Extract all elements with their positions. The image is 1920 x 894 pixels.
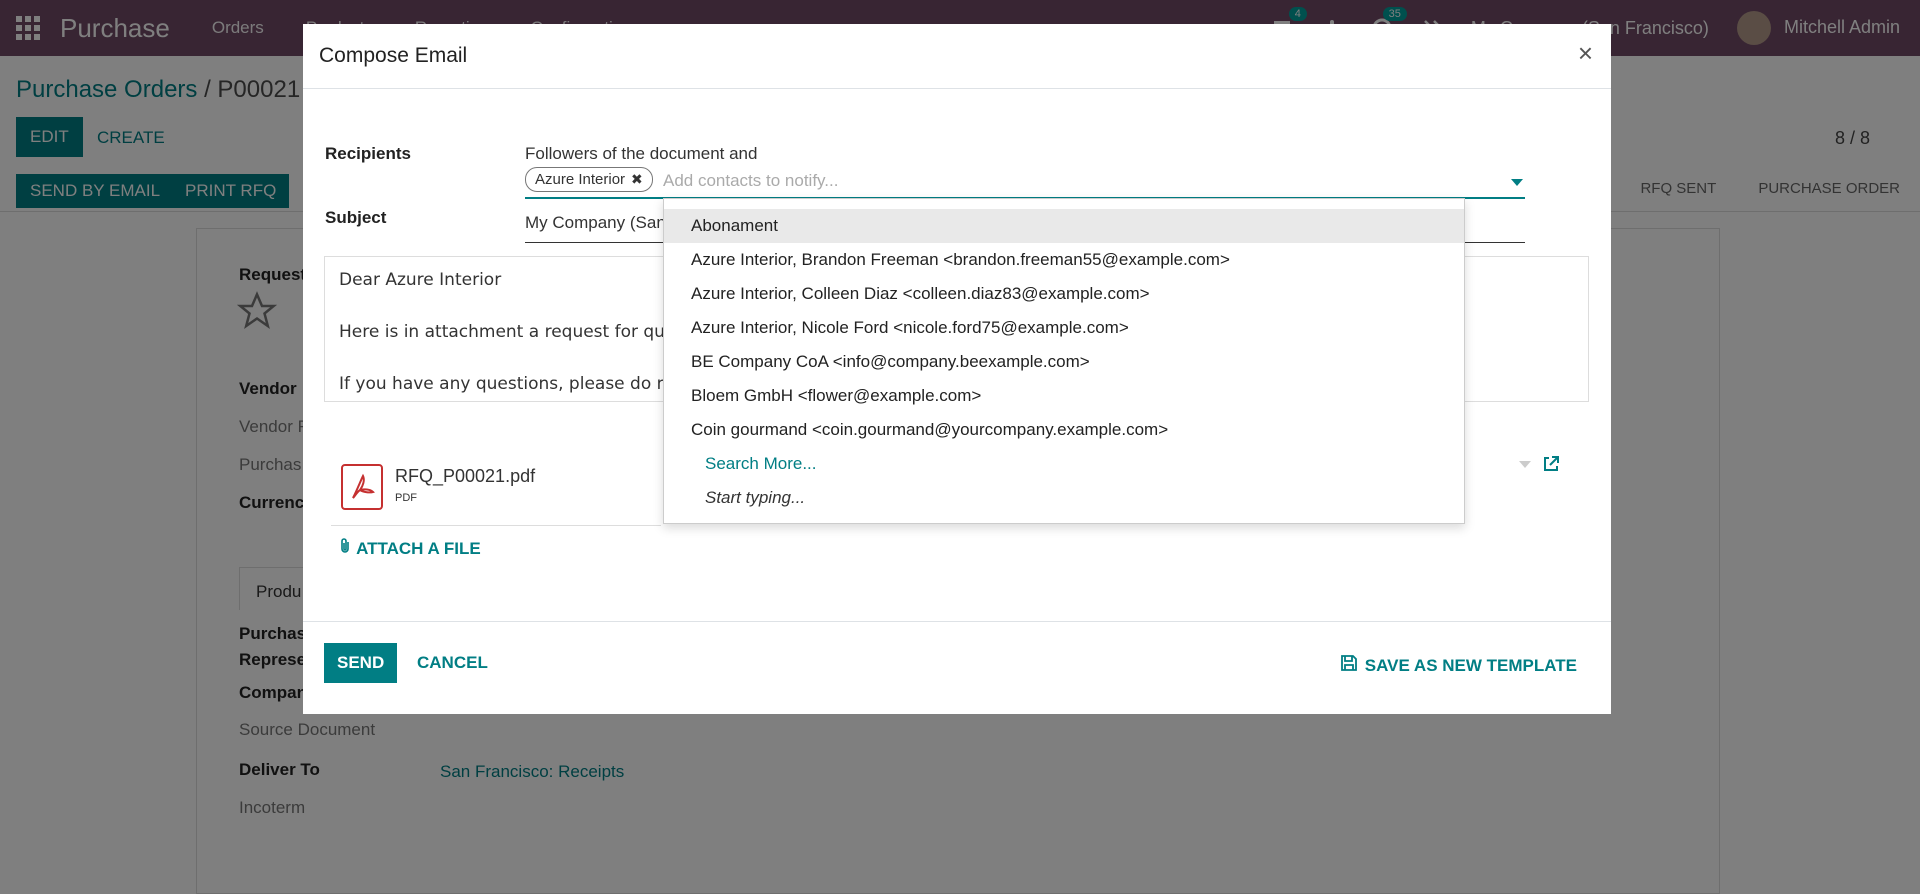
- dropdown-option[interactable]: BE Company CoA <info@company.beexample.c…: [664, 345, 1464, 379]
- attachment-item[interactable]: RFQ_P00021.pdf PDF: [331, 454, 661, 526]
- start-typing-hint: Start typing...: [705, 488, 806, 507]
- attachment-extension: PDF: [395, 492, 417, 504]
- recipient-tag-label: Azure Interior: [535, 171, 626, 188]
- dropdown-option[interactable]: Azure Interior, Nicole Ford <nicole.ford…: [664, 311, 1464, 345]
- dropdown-caret-icon[interactable]: [1511, 179, 1523, 186]
- subject-value: My Company (San: [525, 213, 666, 232]
- save-as-new-template-button[interactable]: SAVE AS NEW TEMPLATE: [1339, 653, 1577, 678]
- dialog-title: Compose Email: [319, 44, 468, 67]
- floppy-disk-icon: [1339, 653, 1359, 678]
- send-button[interactable]: SEND: [324, 643, 398, 683]
- paperclip-icon: [338, 538, 356, 558]
- dialog-header: Compose Email ×: [303, 24, 1611, 89]
- contacts-autocomplete-dropdown: Abonament Azure Interior, Brandon Freema…: [663, 198, 1465, 524]
- attachment-name: RFQ_P00021.pdf: [395, 466, 536, 486]
- dropdown-option[interactable]: Azure Interior, Colleen Diaz <colleen.di…: [664, 277, 1464, 311]
- dialog-footer: SEND CANCEL SAVE AS NEW TEMPLATE: [303, 621, 1611, 714]
- recipient-tag: Azure Interior ✖: [525, 167, 653, 192]
- remove-tag-icon[interactable]: ✖: [631, 171, 643, 187]
- followers-text: Followers of the document and: [525, 144, 758, 163]
- pdf-file-icon: [341, 464, 383, 510]
- dropdown-option[interactable]: Coin gourmand <coin.gourmand@yourcompany…: [664, 413, 1464, 447]
- recipients-label: Recipients: [325, 144, 411, 163]
- cancel-button[interactable]: CANCEL: [417, 653, 488, 673]
- dropdown-option[interactable]: Azure Interior, Brandon Freeman <brandon…: [664, 243, 1464, 277]
- attach-file-button[interactable]: ATTACH A FILE: [338, 538, 481, 559]
- external-link-icon[interactable]: [1541, 454, 1561, 479]
- dropdown-option[interactable]: Bloem GmbH <flower@example.com>: [664, 379, 1464, 413]
- close-icon[interactable]: ×: [1578, 38, 1593, 69]
- template-caret-icon[interactable]: [1519, 461, 1531, 468]
- attach-file-label: ATTACH A FILE: [356, 539, 481, 558]
- recipients-field[interactable]: Azure Interior ✖ Add contacts to notify..…: [525, 167, 1525, 199]
- subject-label: Subject: [325, 208, 387, 227]
- dropdown-option[interactable]: Abonament: [664, 209, 1464, 243]
- save-template-label: SAVE AS NEW TEMPLATE: [1364, 655, 1577, 675]
- recipients-input[interactable]: Add contacts to notify...: [663, 171, 838, 191]
- search-more-link[interactable]: Search More...: [664, 447, 1464, 481]
